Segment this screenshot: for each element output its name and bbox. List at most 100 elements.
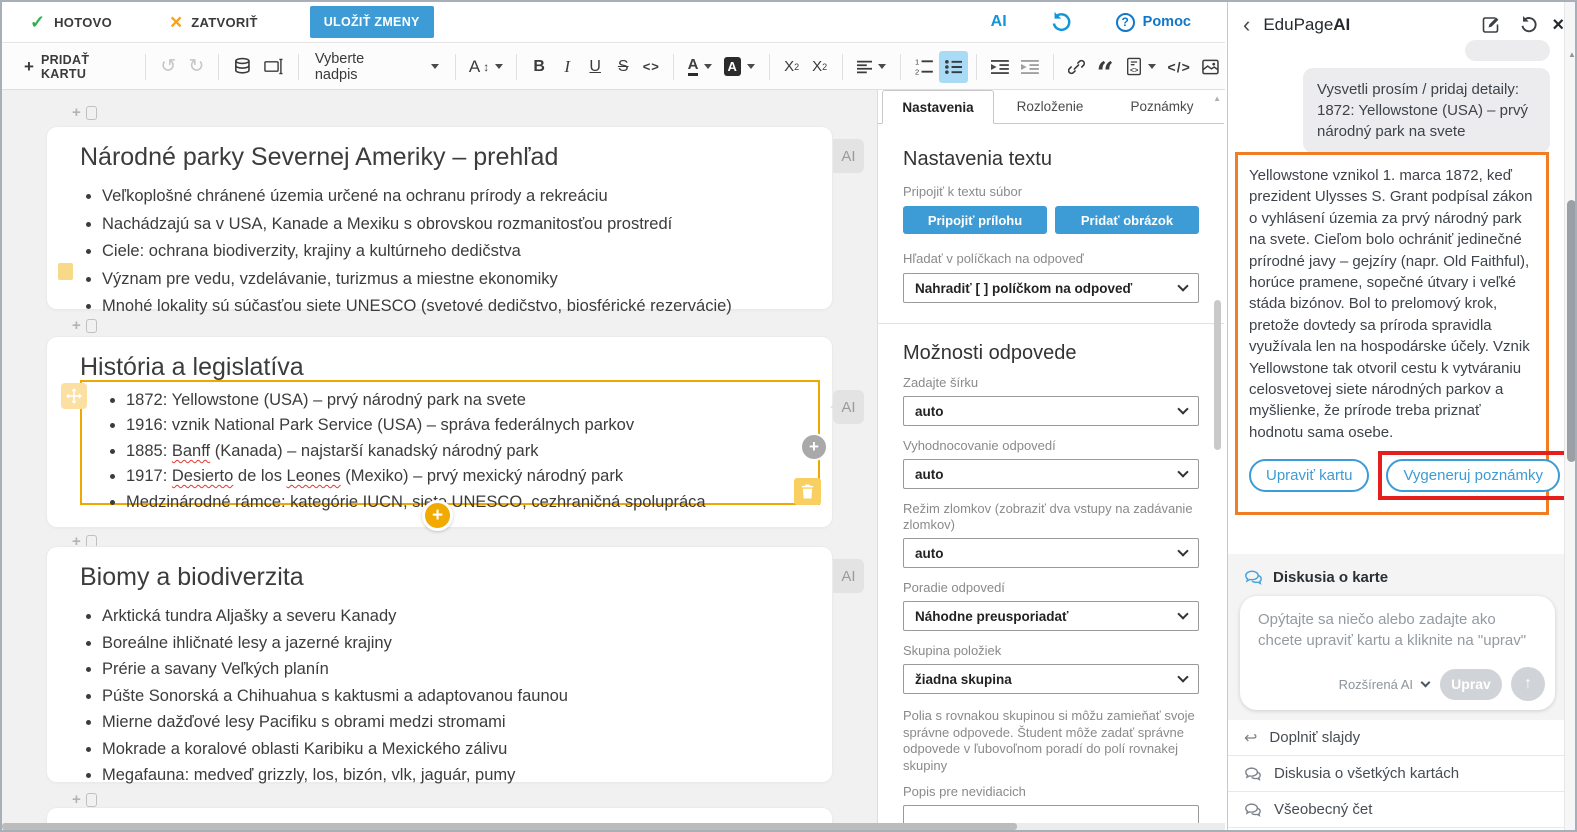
menu-item-all-cards-discussion[interactable]: Diskusia o všetkých kartách [1228, 756, 1577, 792]
tab-rozlozenie[interactable]: Rozloženie [994, 90, 1106, 123]
ai-panel-scrollbar-track: ▲ [1564, 2, 1577, 832]
card-overview[interactable]: Národné parky Severnej Ameriky – prehľad… [47, 127, 832, 309]
selected-text-block[interactable]: 1872: Yellowstone (USA) – prvý národný p… [80, 380, 820, 505]
insert-card-control[interactable]: + [72, 317, 97, 334]
text-color-button[interactable]: A [682, 51, 717, 83]
answer-order-select[interactable]: Náhodne preusporiadať [903, 601, 1199, 631]
menu-item-general-chat[interactable]: Všeobecný čet [1228, 792, 1577, 828]
back-icon[interactable]: ‹ [1243, 14, 1250, 36]
card-ai-badge[interactable]: AI [833, 390, 864, 424]
add-card-button[interactable]: + PRIDAŤ KARTU [24, 53, 131, 81]
separator [298, 54, 299, 80]
close-button[interactable]: × ZATVORIŤ [170, 12, 258, 33]
item-group-label: Skupina položiek [903, 643, 1199, 659]
superscript-button[interactable]: X2 [778, 51, 806, 83]
item-group-select[interactable]: žiadna skupina [903, 664, 1199, 694]
bullet-text: (Kanada) – najstarší kanadský národný pa… [210, 442, 538, 460]
edit-submit-button[interactable]: Uprav [1440, 669, 1502, 700]
plus-icon: + [72, 104, 81, 121]
ai-panel-scrollbar[interactable] [1567, 200, 1576, 462]
card-ai-badge[interactable]: AI [833, 559, 864, 593]
align-button[interactable] [851, 51, 892, 83]
font-size-button[interactable]: A ↕ [464, 51, 508, 83]
indent-button[interactable] [1015, 51, 1045, 83]
help-button[interactable]: ? Pomoc [1116, 13, 1191, 32]
note-marker-icon[interactable] [58, 263, 73, 280]
source-code-button[interactable]: </> [1162, 51, 1196, 83]
card-biomes[interactable]: Biomy a biodiverzita Arktická tundra Alj… [47, 547, 832, 782]
separator [842, 54, 843, 80]
width-select[interactable]: auto [903, 396, 1199, 426]
horizontal-scrollbar[interactable] [2, 823, 1017, 830]
evaluation-select[interactable]: auto [903, 459, 1199, 489]
plus-icon: + [72, 791, 81, 808]
close-icon[interactable]: × [1552, 15, 1564, 35]
heading-select[interactable]: Vyberte nadpis [307, 51, 447, 83]
generate-notes-button[interactable]: Vygeneruj poznámky [1386, 459, 1560, 492]
history-icon[interactable] [1051, 12, 1072, 33]
chevron-down-icon [747, 64, 755, 69]
bullet-item: Ciele: ochrana biodiverzity, krajiny a k… [102, 238, 832, 266]
add-card-label: PRIDAŤ KARTU [41, 53, 131, 81]
rename-field-icon[interactable] [258, 51, 290, 83]
trash-icon[interactable] [794, 478, 821, 505]
chevron-down-icon [1177, 671, 1188, 682]
scroll-up-icon[interactable]: ▲ [1213, 94, 1221, 103]
bullet-text: 1885: [126, 442, 172, 460]
highlight-color-button[interactable]: A [718, 51, 761, 83]
save-changes-button[interactable]: ULOŽIŤ ZMENY [310, 6, 434, 38]
add-image-button[interactable]: Pridať obrázok [1055, 206, 1199, 234]
answer-fields-select[interactable]: Nahradiť [ ] políčkom na odpoveď [903, 273, 1199, 303]
italic-button[interactable]: I [553, 51, 581, 83]
card-history[interactable]: História a legislatíva 1872: Yellowstone… [47, 337, 832, 527]
card-ai-badge[interactable]: AI [833, 139, 864, 173]
done-button[interactable]: ✓ HOTOVO [30, 12, 112, 33]
discussion-title: Diskusia o karte [1273, 569, 1388, 586]
bullet-item: Mokrade a koralové oblasti Karibiku a Me… [102, 736, 832, 763]
history-icon[interactable] [1520, 16, 1538, 34]
chevron-down-icon[interactable] [1421, 678, 1431, 688]
underline-button[interactable]: U [581, 51, 609, 83]
template-insert-button[interactable]: <> [1119, 51, 1162, 83]
discussion-input[interactable] [1240, 596, 1555, 658]
bold-button[interactable]: B [525, 51, 553, 83]
move-handle[interactable] [61, 383, 87, 409]
card-title: Biomy a biodiverzita [80, 563, 832, 592]
chat-bubble-partial [1465, 40, 1550, 61]
question-icon: ? [1116, 13, 1135, 32]
edit-card-button[interactable]: Upraviť kartu [1249, 459, 1369, 492]
compose-icon[interactable] [1482, 16, 1500, 34]
strikethrough-button[interactable]: S [609, 51, 637, 83]
attach-file-button[interactable]: Pripojiť prílohu [903, 206, 1047, 234]
scroll-up-icon[interactable]: ▲ [1568, 50, 1576, 59]
add-element-button[interactable]: + [800, 433, 828, 461]
send-button[interactable]: ↑ [1511, 667, 1545, 701]
evaluation-label: Vyhodnocovanie odpovedí [903, 438, 1199, 454]
tab-nastavenia[interactable]: Nastavenia [882, 90, 994, 124]
add-block-button[interactable]: + [422, 500, 453, 531]
bullet-list-button[interactable] [939, 51, 969, 83]
blockquote-button[interactable]: “ [1091, 51, 1119, 83]
link-icon[interactable] [1062, 51, 1091, 83]
chevron-down-icon [1177, 466, 1188, 477]
numbered-list-button[interactable]: 12 [909, 51, 939, 83]
ai-button[interactable]: AI [991, 13, 1007, 31]
app-root: ✓ HOTOVO × ZATVORIŤ ULOŽIŤ ZMENY AI ? Po… [0, 0, 1577, 832]
tab-poznamky[interactable]: Poznámky [1106, 90, 1218, 123]
insert-card-control[interactable]: + [72, 791, 97, 808]
inline-code-button[interactable]: <> [637, 51, 665, 83]
subscript-button[interactable]: X2 [806, 51, 834, 83]
settings-scrollbar[interactable] [1214, 300, 1221, 450]
bullet-item: Mierne dažďové lesy Pacifiku s obrami me… [102, 709, 832, 736]
image-icon[interactable] [1196, 51, 1225, 83]
undo-icon[interactable]: ↺ [154, 51, 182, 83]
database-icon[interactable] [227, 51, 258, 83]
redo-icon[interactable]: ↻ [182, 51, 210, 83]
plus-icon: + [72, 317, 81, 334]
card-title: História a legislatíva [80, 353, 832, 382]
insert-card-control[interactable]: + [72, 104, 97, 121]
outdent-button[interactable] [985, 51, 1015, 83]
help-label: Pomoc [1143, 14, 1191, 30]
fraction-mode-select[interactable]: auto [903, 538, 1199, 568]
menu-item-add-slides[interactable]: ↩ Doplniť slajdy [1228, 720, 1577, 756]
